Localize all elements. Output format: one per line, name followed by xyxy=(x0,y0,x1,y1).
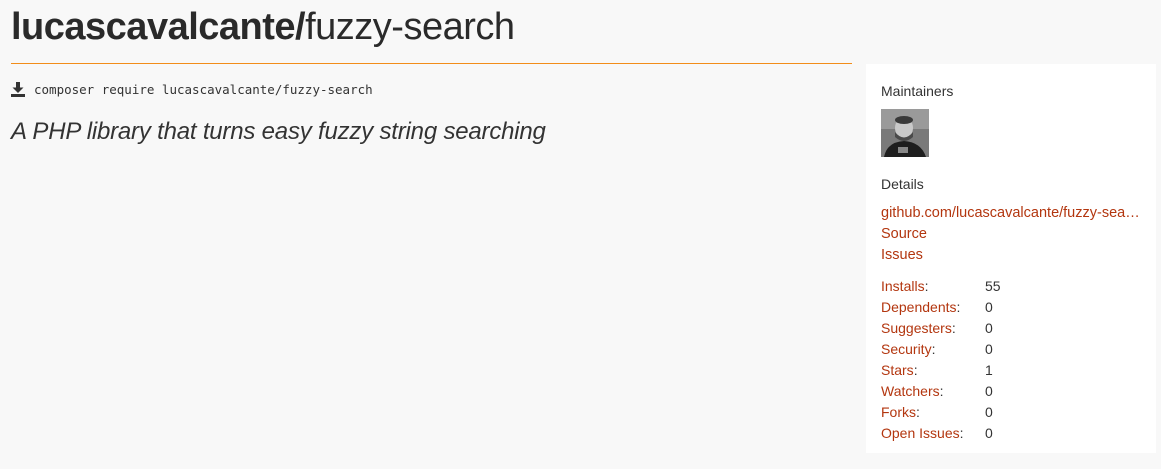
stat-value: 0 xyxy=(985,404,993,420)
stat-value: 0 xyxy=(985,341,993,357)
package-title: lucascavalcante/fuzzy-search xyxy=(11,4,515,50)
package-name: fuzzy-search xyxy=(305,6,515,48)
stat-value: 55 xyxy=(985,278,1001,294)
stat-watchers: Watchers: 0 xyxy=(881,381,1001,402)
stat-label[interactable]: Open Issues xyxy=(881,425,960,441)
stat-value: 0 xyxy=(985,383,993,399)
stat-label[interactable]: Installs xyxy=(881,278,925,294)
stat-value: 0 xyxy=(985,425,993,441)
install-command-row[interactable]: composer require lucascavalcante/fuzzy-s… xyxy=(11,80,373,98)
stat-label[interactable]: Forks xyxy=(881,404,916,420)
stat-value: 0 xyxy=(985,320,993,336)
package-vendor[interactable]: lucascavalcante xyxy=(11,6,296,48)
title-separator: / xyxy=(295,6,306,48)
stat-open-issues: Open Issues: 0 xyxy=(881,423,1001,444)
stat-value: 0 xyxy=(985,299,993,315)
stat-label[interactable]: Dependents xyxy=(881,299,957,315)
details-links: github.com/lucascavalcante/fuzzy-search … xyxy=(881,203,1143,266)
stat-label[interactable]: Security xyxy=(881,341,932,357)
stat-label[interactable]: Watchers xyxy=(881,383,940,399)
stat-suggesters: Suggesters: 0 xyxy=(881,318,1001,339)
maintainers-heading: Maintainers xyxy=(881,83,954,99)
stat-stars: Stars: 1 xyxy=(881,360,1001,381)
stat-label[interactable]: Suggesters xyxy=(881,320,952,336)
stat-value: 1 xyxy=(985,362,993,378)
package-stats: Installs: 55 Dependents: 0 Suggesters: 0… xyxy=(881,276,1001,444)
avatar[interactable] xyxy=(881,109,929,157)
stat-dependents: Dependents: 0 xyxy=(881,297,1001,318)
download-icon xyxy=(11,81,25,97)
repository-link[interactable]: github.com/lucascavalcante/fuzzy-search xyxy=(881,203,1143,224)
package-description: A PHP library that turns easy fuzzy stri… xyxy=(11,118,546,145)
package-sidebar: Maintainers Details github.com/lucascava… xyxy=(866,64,1156,453)
stat-label[interactable]: Stars xyxy=(881,362,914,378)
issues-link[interactable]: Issues xyxy=(881,245,1143,266)
stat-forks: Forks: 0 xyxy=(881,402,1001,423)
stat-security: Security: 0 xyxy=(881,339,1001,360)
title-divider xyxy=(11,63,852,64)
install-command-text[interactable]: composer require lucascavalcante/fuzzy-s… xyxy=(34,82,373,97)
source-link[interactable]: Source xyxy=(881,224,1143,245)
details-heading: Details xyxy=(881,176,924,192)
stat-installs: Installs: 55 xyxy=(881,276,1001,297)
